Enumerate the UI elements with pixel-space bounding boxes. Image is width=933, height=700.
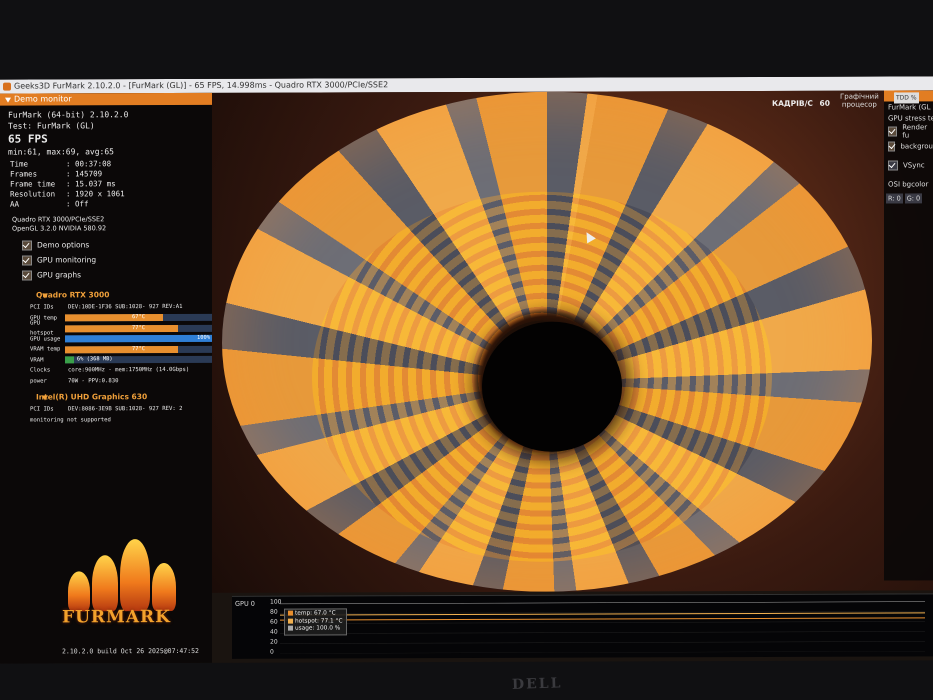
stat-row: Resolution: 1920 x 1061	[10, 189, 125, 199]
table-row: GPU hotspot 77°C	[30, 320, 212, 337]
gpu-overlay-label: Графічний процесор	[840, 93, 879, 109]
demo-monitor-header[interactable]: Demo monitor	[0, 92, 212, 106]
graph-gridline	[280, 621, 925, 624]
vram-temp-bar: 77°C	[64, 345, 212, 354]
flame-icon	[68, 571, 90, 612]
checkbox-checked-icon	[888, 141, 896, 152]
gpu1-table: PCI IDs DEV:8086-3E9B SUB:1028- 927 REV: …	[0, 401, 212, 426]
graph-tick: 0	[270, 648, 274, 656]
collapse-triangle-icon	[5, 97, 11, 103]
bgcolor-g-input[interactable]: G: 0	[904, 193, 923, 204]
renderer-info: Quadro RTX 3000/PCIe/SSE2 OpenGL 3.2.0 N…	[0, 209, 212, 234]
table-row: Clocks core:900MHz - mem:1750MHz (14.0Gbp…	[30, 366, 190, 374]
vsync-checkbox[interactable]: VSync	[884, 157, 933, 172]
gpu-temp-bar: 67°C	[64, 314, 212, 322]
stat-row: Frames: 145709	[10, 169, 103, 179]
series-line-0	[280, 617, 925, 621]
bgcolor-label: OSI bgcolor	[888, 180, 929, 189]
stat-row: AA: Off	[10, 199, 89, 209]
screen: Geeks3D FurMark 2.10.2.0 - [FurMark (GL)…	[0, 76, 933, 664]
render-viewport[interactable]: КАДРІВ/С 60 Графічний процесор	[212, 90, 933, 593]
fps-overlay-value: 60	[819, 98, 830, 108]
graph-gridline	[280, 651, 925, 654]
demo-monitor-panel: Demo monitor FurMark (64-bit) 2.10.2.0 T…	[0, 92, 212, 664]
table-row: PCI IDs DEV:10DE-1F36 SUB:1028- 927 REV:A…	[30, 303, 183, 311]
furmark-logo-text: FURMARK	[62, 607, 171, 628]
flame-icon	[152, 563, 176, 612]
settings-panel: DTDD % FurMark (GL GPU stress te Render …	[884, 90, 933, 581]
vram-usage-bar: 6% (368 MB)	[64, 356, 212, 364]
stat-row: Frame time: 15.037 ms	[10, 179, 116, 189]
fps-stats: min:61, max:69, avg:65	[8, 147, 114, 157]
fps-overlay-label: КАДРІВ/С	[772, 98, 813, 108]
table-row: VRAM 6% (368 MB)	[30, 354, 212, 365]
settings-tab[interactable]: TDD %	[894, 92, 919, 104]
table-row: monitoring not supported	[30, 416, 111, 424]
checkbox-unchecked-icon	[888, 159, 898, 171]
legend-swatch	[288, 610, 293, 616]
gpu1-section-header[interactable]: Intel(R) UHD Graphics 630	[0, 392, 212, 402]
background-checkbox[interactable]: backgrou	[884, 138, 933, 153]
table-row: GPU usage 100%	[30, 335, 212, 343]
gpu-graphs-checkbox[interactable]: GPU graphs	[0, 267, 212, 283]
checkbox-checked-icon	[888, 125, 898, 137]
expand-triangle-icon	[42, 293, 48, 299]
graph-legend: temp: 67.0 °C hotspot: 77.1 °C usage: 10…	[284, 608, 347, 636]
flame-icon	[120, 539, 150, 612]
gpu-graph-panel: GPU 0 100 80 60 40 20 0 temp: 67.0 °C ho…	[232, 593, 933, 659]
furmark-logo: FURMARK	[58, 539, 184, 641]
graph-gpu-label: GPU 0	[235, 599, 255, 608]
checkbox-checked-icon	[22, 240, 32, 251]
gpu-graph-plot	[280, 601, 925, 654]
table-row: power 70W - PPV:0.830	[30, 377, 119, 385]
demo-stats: Time: 00:37:08 Frames: 145709 Frame time…	[0, 157, 212, 210]
gpu-usage-bar: 100%	[64, 335, 212, 343]
flame-icon	[92, 555, 118, 612]
table-row: PCI IDs DEV:8086-3E9B SUB:1028- 927 REV: …	[30, 405, 183, 413]
table-row: VRAM temp 77°C	[30, 344, 212, 355]
legend-swatch	[288, 618, 293, 624]
graph-gridline	[280, 631, 925, 634]
bgcolor-inputs: R: 0 G: 0	[884, 189, 933, 204]
legend-swatch	[288, 625, 293, 631]
checkbox-checked-icon	[22, 270, 32, 281]
gpu-overlay-line1: Графічний	[840, 92, 879, 101]
furmark-app-icon	[3, 82, 11, 91]
graph-gridline	[280, 641, 925, 644]
gpu-monitoring-checkbox[interactable]: GPU monitoring	[0, 252, 212, 268]
demo-info: FurMark (64-bit) 2.10.2.0 Test: FurMark …	[0, 105, 212, 158]
gpu-hotspot-bar: 77°C	[64, 324, 212, 333]
render-fur-checkbox[interactable]: Render fu	[884, 123, 933, 139]
fps-readout: 65 FPS	[8, 132, 48, 146]
settings-description: GPU stress te	[888, 114, 933, 123]
graph-tick: 20	[270, 638, 278, 646]
stat-row: Time: 00:37:08	[10, 159, 112, 169]
demo-monitor-title: Demo monitor	[14, 94, 72, 104]
checkbox-checked-icon	[22, 255, 32, 266]
fps-overlay: КАДРІВ/С 60	[772, 99, 830, 108]
expand-triangle-icon	[42, 395, 48, 401]
legend-item: usage: 100.0 %	[288, 625, 343, 633]
settings-panel-header[interactable]: DTDD %	[884, 90, 933, 104]
graph-tick: 60	[270, 618, 278, 626]
series-line-2	[280, 601, 925, 605]
gpu-overlay-line2: процесор	[841, 100, 877, 109]
window-title: Geeks3D FurMark 2.10.2.0 - [FurMark (GL)…	[14, 80, 389, 91]
dell-logo: DELL	[511, 675, 563, 694]
fur-center-hole	[482, 321, 622, 452]
app-version: FurMark (64-bit) 2.10.2.0	[8, 110, 129, 120]
graph-tick: 80	[270, 608, 278, 616]
gpu0-table: PCI IDs DEV:10DE-1F36 SUB:1028- 927 REV:A…	[0, 299, 212, 387]
test-name: Test: FurMark (GL)	[8, 121, 95, 131]
graph-tick: 40	[270, 628, 278, 636]
build-info: 2.10.2.0 build Oct 26 2025@07:47:52	[62, 646, 199, 656]
demo-options-checkbox[interactable]: Demo options	[0, 237, 212, 253]
bgcolor-r-input[interactable]: R: 0	[886, 193, 903, 204]
gpu0-section-header[interactable]: Quadro RTX 3000	[0, 290, 212, 300]
